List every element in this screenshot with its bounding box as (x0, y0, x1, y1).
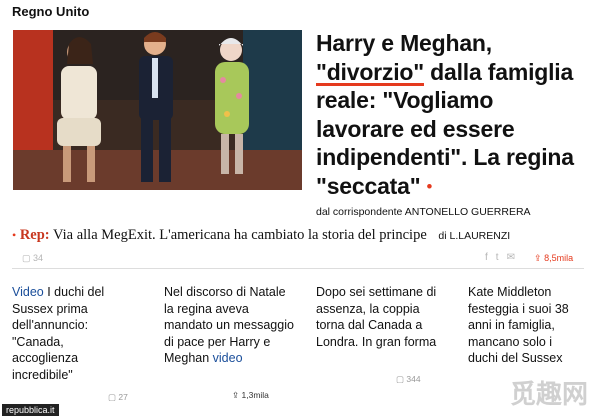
related-text: Via alla MegExit. L'americana ha cambiat… (53, 227, 427, 243)
mail-icon[interactable]: ✉ (507, 252, 523, 263)
section-label[interactable]: Regno Unito (12, 4, 89, 19)
story-card-3[interactable]: Dopo sei settimane di assenza, la coppia… (316, 284, 446, 350)
story-3-comment-icon: ▢ (396, 374, 405, 384)
story-1-text: I duchi del Sussex prima dell'annuncio: … (12, 285, 105, 382)
facebook-icon[interactable]: f (485, 252, 496, 263)
story-2-share-count: 1,3mila (241, 390, 269, 400)
comment-count-top[interactable]: ▢ 34 (22, 253, 43, 264)
watermark: 觅趣网 (509, 379, 588, 409)
related-label: Rep: (19, 227, 50, 243)
headline-part1: Harry e Meghan, (316, 30, 492, 56)
twitter-icon[interactable]: t (496, 252, 507, 263)
story-card-2[interactable]: Nel discorso di Natale la regina aveva m… (164, 284, 294, 367)
divider (12, 268, 584, 269)
story-3-comment-count: 344 (406, 374, 421, 384)
story-1-video-link[interactable]: Video (12, 285, 44, 299)
related-link[interactable]: • Rep: Via alla MegExit. L'americana ha … (12, 227, 584, 244)
comment-count: 34 (33, 253, 44, 263)
story-1-comments[interactable]: ▢ 27 (108, 392, 128, 403)
story-3-text: Dopo sei settimane di assenza, la coppia… (316, 285, 437, 349)
story-3-comments[interactable]: ▢ 344 (396, 374, 421, 385)
byline: dal corrispondente ANTONELLO GUERRERA (316, 206, 531, 218)
share-count: 8,5mila (544, 253, 574, 263)
share-count-top[interactable]: ⇪ 8,5mila (534, 253, 573, 264)
headline-dot: • (426, 178, 433, 196)
story-card-1[interactable]: Video I duchi del Sussex prima dell'annu… (12, 284, 122, 383)
related-bullet: • (12, 228, 17, 242)
story-1-comment-icon: ▢ (108, 392, 117, 402)
story-card-4[interactable]: Kate Middleton festeggia i suoi 38 anni … (468, 284, 578, 367)
site-credit: repubblica.it (2, 404, 59, 416)
story-2-video-link[interactable]: video (213, 351, 243, 365)
story-2-shares[interactable]: ⇪ 1,3mila (232, 390, 269, 401)
comment-icon: ▢ (22, 253, 31, 263)
story-2-share-icon: ⇪ (232, 390, 240, 400)
headline-quoted: "divorzio" (316, 58, 424, 85)
social-icons[interactable]: ft✉ (485, 252, 523, 263)
story-4-text: Kate Middleton festeggia i suoi 38 anni … (468, 285, 569, 365)
article-photo[interactable] (13, 30, 302, 190)
story-1-comment-count: 27 (118, 392, 128, 402)
share-icon: ⇪ (534, 253, 542, 263)
related-author: di L.LAURENZI (438, 230, 511, 242)
headline[interactable]: Harry e Meghan, "divorzio" dalla famigli… (316, 29, 586, 202)
